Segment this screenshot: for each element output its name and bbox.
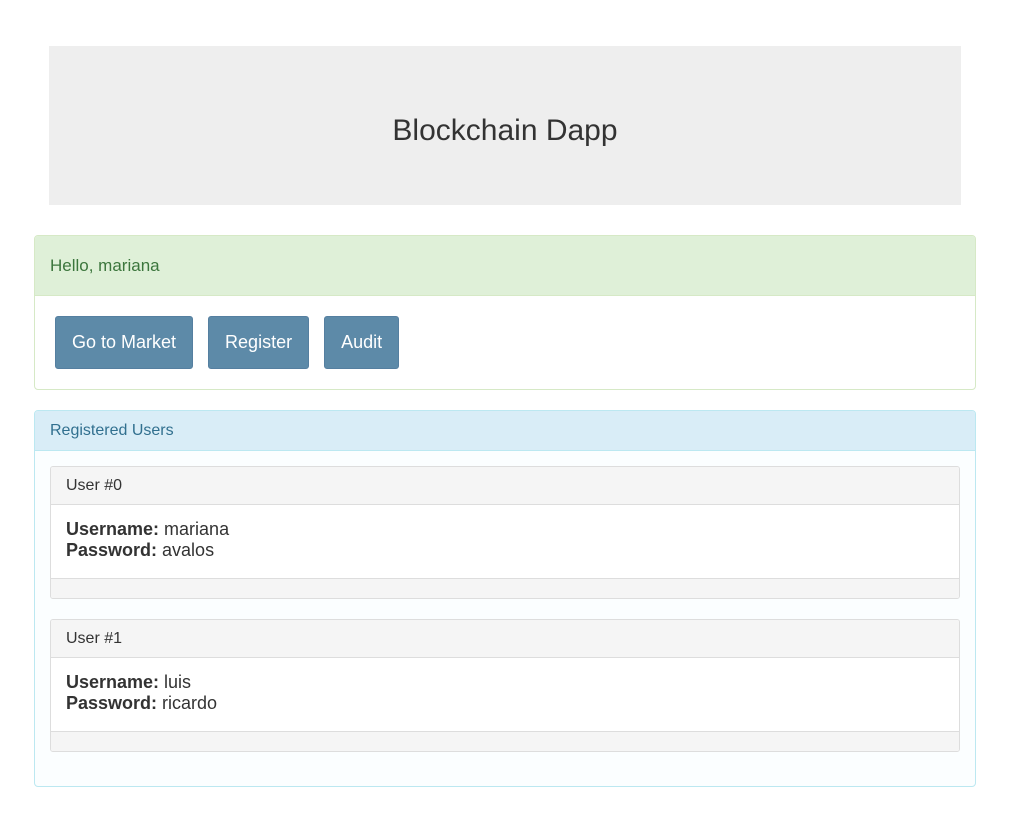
user-card-footer	[51, 578, 959, 598]
registered-users-title: Registered Users	[50, 421, 174, 439]
jumbotron-header: Blockchain Dapp	[49, 46, 961, 205]
password-label: Password:	[66, 693, 163, 713]
user-card-heading: User #0	[51, 467, 959, 505]
username-row: Username: luis	[66, 672, 944, 693]
action-buttons: Go to Market Register Audit	[35, 296, 975, 389]
go-to-market-button[interactable]: Go to Market	[55, 316, 194, 369]
username-label: Username:	[66, 672, 165, 692]
user-heading-text: User #1	[66, 629, 123, 647]
greeting-panel-heading: Hello, mariana	[35, 236, 975, 296]
registered-users-heading: Registered Users	[35, 411, 975, 451]
username-value: mariana	[164, 519, 230, 539]
registered-users-panel: Registered Users User #0 Username: maria…	[34, 410, 976, 787]
greeting-text: Hello, mariana	[50, 255, 160, 275]
user-card-body: Username: mariana Password: avalos	[51, 505, 959, 578]
user-card-footer	[51, 731, 959, 751]
users-list: User #0 Username: mariana Password: aval…	[35, 451, 975, 786]
page-title: Blockchain Dapp	[392, 113, 618, 147]
username-label: Username:	[66, 519, 165, 539]
password-value: ricardo	[162, 693, 218, 713]
user-card: User #1 Username: luis Password: ricardo	[50, 619, 960, 752]
audit-button[interactable]: Audit	[324, 316, 400, 369]
user-heading-text: User #0	[66, 476, 123, 494]
username-row: Username: mariana	[66, 519, 944, 540]
password-row: Password: avalos	[66, 540, 944, 561]
password-row: Password: ricardo	[66, 693, 944, 714]
register-button[interactable]: Register	[208, 316, 310, 369]
password-label: Password:	[66, 540, 163, 560]
password-value: avalos	[162, 540, 215, 560]
user-card-body: Username: luis Password: ricardo	[51, 658, 959, 731]
user-card: User #0 Username: mariana Password: aval…	[50, 466, 960, 599]
username-value: luis	[164, 672, 192, 692]
user-card-heading: User #1	[51, 620, 959, 658]
greeting-panel: Hello, mariana Go to Market Register Aud…	[34, 235, 976, 390]
